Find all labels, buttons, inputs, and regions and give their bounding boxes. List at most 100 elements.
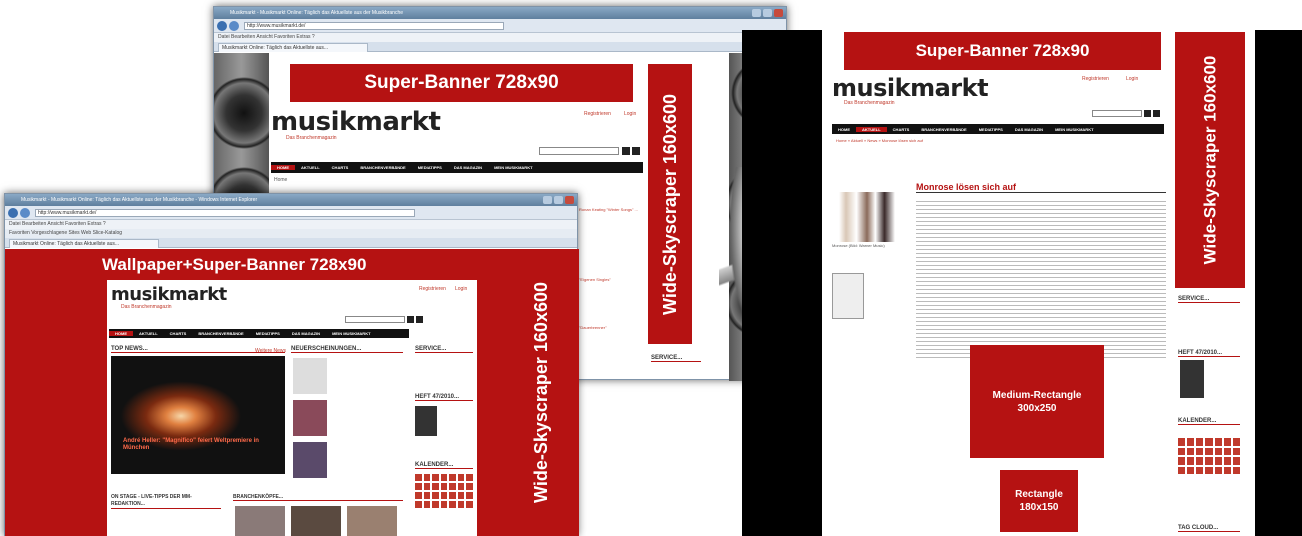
- ad-rectangle: Rectangle 180x150: [1000, 470, 1078, 532]
- site-search-input[interactable]: [539, 147, 619, 155]
- favorites-bar[interactable]: Favoriten Vorgeschlagene Sites Web Slice…: [5, 229, 577, 238]
- browser-tab[interactable]: Musikmarkt Online: Täglich das Aktuellst…: [9, 239, 159, 248]
- window-title: Musikmarkt - Musikmarkt Online: Täglich …: [21, 197, 258, 203]
- top-news-image[interactable]: [111, 356, 285, 474]
- branchen-photo-2[interactable]: [291, 506, 341, 536]
- branchen-photo-1[interactable]: [235, 506, 285, 536]
- nav-mein-musikmarkt[interactable]: MEIN MUSIKMARKT: [1049, 127, 1099, 132]
- sidebar-heft-heading: HEFT 47/2010...: [1178, 350, 1240, 357]
- nav-das-magazin[interactable]: DAS MAGAZIN: [1009, 127, 1049, 132]
- ad-wide-skyscraper-back: Wide-Skyscraper 160x600: [648, 64, 692, 344]
- browser-tab[interactable]: Musikmarkt Online: Täglich das Aktuellst…: [218, 43, 368, 52]
- ad-wide-skyscraper-right: Wide-Skyscraper 160x600: [1175, 32, 1245, 288]
- register-link[interactable]: Registrieren: [1082, 76, 1109, 82]
- back-icon[interactable]: [217, 21, 227, 31]
- sidebar-teaser-3[interactable]: "Dauerbrenner": [579, 325, 639, 333]
- login-link[interactable]: Login: [624, 111, 636, 117]
- site-logo[interactable]: musikmarkt: [832, 74, 989, 102]
- more-news-link[interactable]: Weitere News: [255, 348, 286, 354]
- nav-aktuell[interactable]: AKTUELL: [856, 126, 887, 132]
- nav-mediatipps[interactable]: MEDIATIPPS: [250, 331, 286, 336]
- minimize-icon[interactable]: [543, 196, 552, 204]
- release-cover-1[interactable]: [293, 358, 327, 394]
- search-options-button[interactable]: [1153, 110, 1160, 117]
- article-body-text: [916, 198, 1166, 358]
- site-search-input[interactable]: [345, 316, 405, 323]
- release-text-2[interactable]: [331, 402, 403, 432]
- breadcrumb[interactable]: Home: [274, 177, 287, 183]
- nav-mein-musikmarkt[interactable]: MEIN MUSIKMARKT: [488, 165, 538, 170]
- top-news-headline[interactable]: André Heller: "Magnifico" feiert Weltpre…: [123, 438, 273, 452]
- ad-super-banner-back: Super-Banner 728x90: [290, 64, 633, 102]
- window-titlebar: Musikmarkt - Musikmarkt Online: Täglich …: [5, 194, 577, 206]
- menu-bar[interactable]: Datei Bearbeiten Ansicht Favoriten Extra…: [5, 220, 577, 229]
- nav-home[interactable]: HOME: [109, 331, 133, 336]
- register-link[interactable]: Registrieren: [419, 286, 446, 292]
- nav-charts[interactable]: CHARTS: [326, 165, 355, 170]
- login-link[interactable]: Login: [455, 286, 467, 292]
- ad-label-line1: Medium-Rectangle: [992, 389, 1082, 401]
- minimize-icon[interactable]: [752, 9, 761, 17]
- nav-branchenverbaende[interactable]: BRANCHENVERBÄNDE: [915, 127, 972, 132]
- release-text-1[interactable]: [331, 360, 403, 390]
- breadcrumb[interactable]: Home » Aktuell » News » Monrose lösen si…: [836, 138, 923, 143]
- nav-aktuell[interactable]: AKTUELL: [295, 165, 326, 170]
- search-options-button[interactable]: [632, 147, 640, 155]
- search-button[interactable]: [407, 316, 414, 323]
- url-field[interactable]: http://www.musikmarkt.de/: [35, 209, 415, 217]
- magazine-cover[interactable]: [415, 406, 437, 436]
- cd-cover[interactable]: [832, 273, 864, 319]
- nav-branchenverbaende[interactable]: BRANCHENVERBÄNDE: [354, 165, 411, 170]
- sidebar-teaser-2[interactable]: "Eigenen Singles": [579, 277, 639, 285]
- forward-icon[interactable]: [20, 208, 30, 218]
- address-bar: http://www.musikmarkt.de/: [214, 19, 786, 33]
- site-nav-bar: HOME AKTUELL CHARTS BRANCHENVERBÄNDE MED…: [109, 329, 409, 338]
- site-logo[interactable]: musikmarkt: [111, 284, 227, 305]
- nav-das-magazin[interactable]: DAS MAGAZIN: [448, 165, 488, 170]
- maximize-icon[interactable]: [763, 9, 772, 17]
- close-icon[interactable]: [774, 9, 783, 17]
- branchen-photo-3[interactable]: [347, 506, 397, 536]
- nav-home[interactable]: HOME: [271, 165, 295, 170]
- new-releases-heading: NEUERSCHEINUNGEN...: [291, 346, 403, 353]
- search-button[interactable]: [1144, 110, 1151, 117]
- address-bar: http://www.musikmarkt.de/: [5, 206, 577, 220]
- calendar-grid[interactable]: [415, 474, 473, 508]
- ad-label: Wide-Skyscraper 160x600: [530, 281, 551, 503]
- nav-charts[interactable]: CHARTS: [164, 331, 193, 336]
- back-icon[interactable]: [8, 208, 18, 218]
- calendar-grid[interactable]: [1178, 438, 1240, 474]
- nav-mediatipps[interactable]: MEDIATIPPS: [973, 127, 1009, 132]
- window-titlebar: Musikmarkt - Musikmarkt Online: Täglich …: [214, 7, 786, 19]
- nav-branchenverbaende[interactable]: BRANCHENVERBÄNDE: [192, 331, 249, 336]
- nav-das-magazin[interactable]: DAS MAGAZIN: [286, 331, 326, 336]
- window-title: Musikmarkt - Musikmarkt Online: Täglich …: [230, 10, 404, 16]
- nav-mediatipps[interactable]: MEDIATIPPS: [412, 165, 448, 170]
- site-nav-bar: HOME AKTUELL CHARTS BRANCHENVERBÄNDE MED…: [832, 124, 1164, 134]
- nav-aktuell[interactable]: AKTUELL: [133, 331, 164, 336]
- menu-bar[interactable]: Datei Bearbeiten Ansicht Favoriten Extra…: [214, 33, 786, 42]
- tab-bar: Musikmarkt Online: Täglich das Aktuellst…: [214, 42, 786, 52]
- sidebar-tagcloud-heading: TAG CLOUD...: [1178, 525, 1240, 532]
- site-logo-subtitle: Das Branchenmagazin: [286, 135, 337, 141]
- service-links[interactable]: [651, 367, 721, 375]
- search-button[interactable]: [622, 147, 630, 155]
- login-link[interactable]: Login: [1126, 76, 1138, 82]
- release-cover-2[interactable]: [293, 400, 327, 436]
- forward-icon[interactable]: [229, 21, 239, 31]
- register-link[interactable]: Registrieren: [584, 111, 611, 117]
- magazine-cover[interactable]: [1180, 360, 1204, 398]
- close-icon[interactable]: [565, 196, 574, 204]
- nav-mein-musikmarkt[interactable]: MEIN MUSIKMARKT: [326, 331, 376, 336]
- release-text-3[interactable]: [331, 444, 403, 474]
- site-logo[interactable]: musikmarkt: [271, 107, 441, 137]
- url-field[interactable]: http://www.musikmarkt.de/: [244, 22, 504, 30]
- article-photo[interactable]: [832, 192, 902, 242]
- site-search-input[interactable]: [1092, 110, 1142, 117]
- nav-home[interactable]: HOME: [832, 127, 856, 132]
- search-options-button[interactable]: [416, 316, 423, 323]
- sidebar-teaser-1[interactable]: Ronan Keating "Winter Songs" ...: [579, 207, 639, 221]
- nav-charts[interactable]: CHARTS: [887, 127, 916, 132]
- release-cover-3[interactable]: [293, 442, 327, 478]
- maximize-icon[interactable]: [554, 196, 563, 204]
